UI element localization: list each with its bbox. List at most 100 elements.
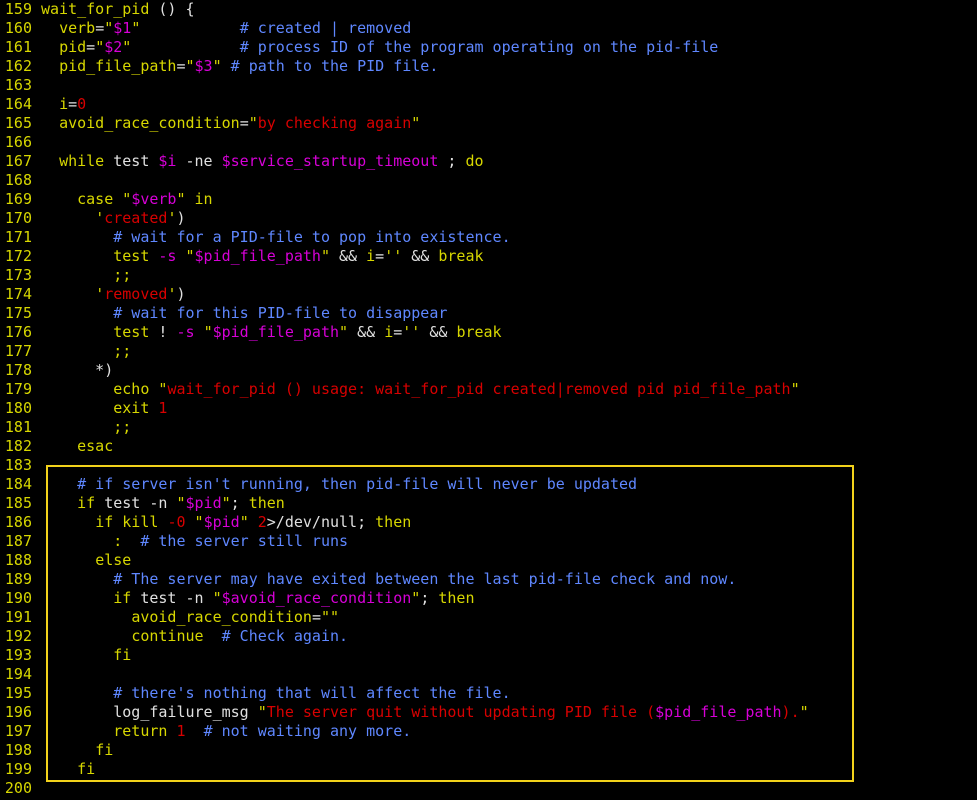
code-token: test: [104, 152, 159, 170]
line-number: 167: [4, 152, 32, 170]
code-token: ": [194, 513, 204, 531]
code-token: if: [77, 494, 96, 512]
code-token: ;: [420, 589, 439, 607]
code-token: ": [257, 703, 267, 721]
code-line[interactable]: 177 ;;: [0, 342, 977, 361]
code-line[interactable]: 172 test -s "$pid_file_path" && i='' && …: [0, 247, 977, 266]
code-line[interactable]: 169 case "$verb" in: [0, 190, 977, 209]
code-token: ;: [438, 152, 466, 170]
code-line[interactable]: 176 test ! -s "$pid_file_path" && i='' &…: [0, 323, 977, 342]
code-token: =: [176, 57, 186, 75]
code-line[interactable]: 186 if kill -0 "$pid" 2>/dev/null; then: [0, 513, 977, 532]
code-text: # wait for a PID-file to pop into existe…: [41, 228, 510, 246]
line-number: 199: [4, 760, 32, 778]
code-line[interactable]: 159 wait_for_pid () {: [0, 0, 977, 19]
code-token: by checking again: [257, 114, 412, 132]
line-number: 162: [4, 57, 32, 75]
code-line[interactable]: 196 log_failure_msg "The server quit wit…: [0, 703, 977, 722]
code-line[interactable]: 183: [0, 456, 977, 475]
code-line[interactable]: 191 avoid_race_condition="": [0, 608, 977, 627]
code-line[interactable]: 180 exit 1: [0, 399, 977, 418]
line-number: 190: [4, 589, 32, 607]
code-token: test: [113, 323, 150, 341]
code-token: then: [248, 494, 285, 512]
code-token: =: [86, 38, 96, 56]
code-line[interactable]: 162 pid_file_path="$3" # path to the PID…: [0, 57, 977, 76]
code-token: ;;: [113, 266, 132, 284]
code-token: # there's nothing that will affect the f…: [113, 684, 511, 702]
code-line[interactable]: 161 pid="$2" # process ID of the program…: [0, 38, 977, 57]
code-line[interactable]: 178 *): [0, 361, 977, 380]
code-line[interactable]: 160 verb="$1" # created | removed: [0, 19, 977, 38]
code-line[interactable]: 171 # wait for a PID-file to pop into ex…: [0, 228, 977, 247]
line-number: 173: [4, 266, 32, 284]
code-line[interactable]: 175 # wait for this PID-file to disappea…: [0, 304, 977, 323]
line-number: 184: [4, 475, 32, 493]
code-token: log_failure_msg: [41, 703, 258, 721]
code-editor[interactable]: 159 wait_for_pid () {160 verb="$1" # crea…: [0, 0, 977, 800]
code-line[interactable]: 181 ;;: [0, 418, 977, 437]
code-line[interactable]: 195 # there's nothing that will affect t…: [0, 684, 977, 703]
code-line[interactable]: 174 'removed'): [0, 285, 977, 304]
code-token: ): [176, 285, 186, 303]
code-line[interactable]: 197 return 1 # not waiting any more.: [0, 722, 977, 741]
code-line[interactable]: 168: [0, 171, 977, 190]
code-line[interactable]: 163: [0, 76, 977, 95]
code-token: return: [113, 722, 168, 740]
code-line[interactable]: 199 fi: [0, 760, 977, 779]
code-line[interactable]: 173 ;;: [0, 266, 977, 285]
code-token: $1: [113, 19, 132, 37]
code-token: =: [311, 608, 321, 626]
code-token: 2: [257, 513, 267, 531]
line-number: 180: [4, 399, 32, 417]
code-token: while: [59, 152, 105, 170]
code-line[interactable]: 189 # The server may have exited between…: [0, 570, 977, 589]
code-line[interactable]: 182 esac: [0, 437, 977, 456]
code-token: ": [248, 114, 258, 132]
code-text: wait_for_pid () {: [41, 0, 195, 18]
code-token: ": [411, 589, 421, 607]
code-token: &&: [348, 323, 385, 341]
code-token: The server quit without updating PID fil…: [266, 703, 656, 721]
code-token: $pid: [185, 494, 222, 512]
code-line[interactable]: 166: [0, 133, 977, 152]
code-line[interactable]: 184 # if server isn't running, then pid-…: [0, 475, 977, 494]
code-line[interactable]: 190 if test -n "$avoid_race_condition"; …: [0, 589, 977, 608]
code-text: pid="$2" # process ID of the program ope…: [41, 38, 718, 56]
code-token: ": [95, 38, 105, 56]
code-line[interactable]: 185 if test -n "$pid"; then: [0, 494, 977, 513]
line-number: 172: [4, 247, 32, 265]
code-line[interactable]: 179 echo "wait_for_pid () usage: wait_fo…: [0, 380, 977, 399]
line-number: 163: [4, 76, 32, 94]
code-line[interactable]: 198 fi: [0, 741, 977, 760]
code-token: ": [320, 247, 330, 265]
code-line[interactable]: 164 i=0: [0, 95, 977, 114]
code-line[interactable]: 167 while test $i -ne $service_startup_t…: [0, 152, 977, 171]
code-line[interactable]: 165 avoid_race_condition="by checking ag…: [0, 114, 977, 133]
code-line[interactable]: 170 'created'): [0, 209, 977, 228]
code-line[interactable]: 200: [0, 779, 977, 798]
code-text: avoid_race_condition="": [41, 608, 339, 626]
code-token: ": [339, 323, 349, 341]
line-number: 176: [4, 323, 32, 341]
code-token: wait_for_pid: [41, 0, 150, 18]
code-line[interactable]: 192 continue # Check again.: [0, 627, 977, 646]
code-token: -s: [176, 323, 195, 341]
code-line[interactable]: 193 fi: [0, 646, 977, 665]
code-text: ;;: [41, 266, 131, 284]
code-line[interactable]: 188 else: [0, 551, 977, 570]
code-token: &&: [330, 247, 367, 265]
code-text: # wait for this PID-file to disappear: [41, 304, 447, 322]
code-text: *): [41, 361, 113, 379]
code-line[interactable]: 194: [0, 665, 977, 684]
code-line[interactable]: 187 : # the server still runs: [0, 532, 977, 551]
